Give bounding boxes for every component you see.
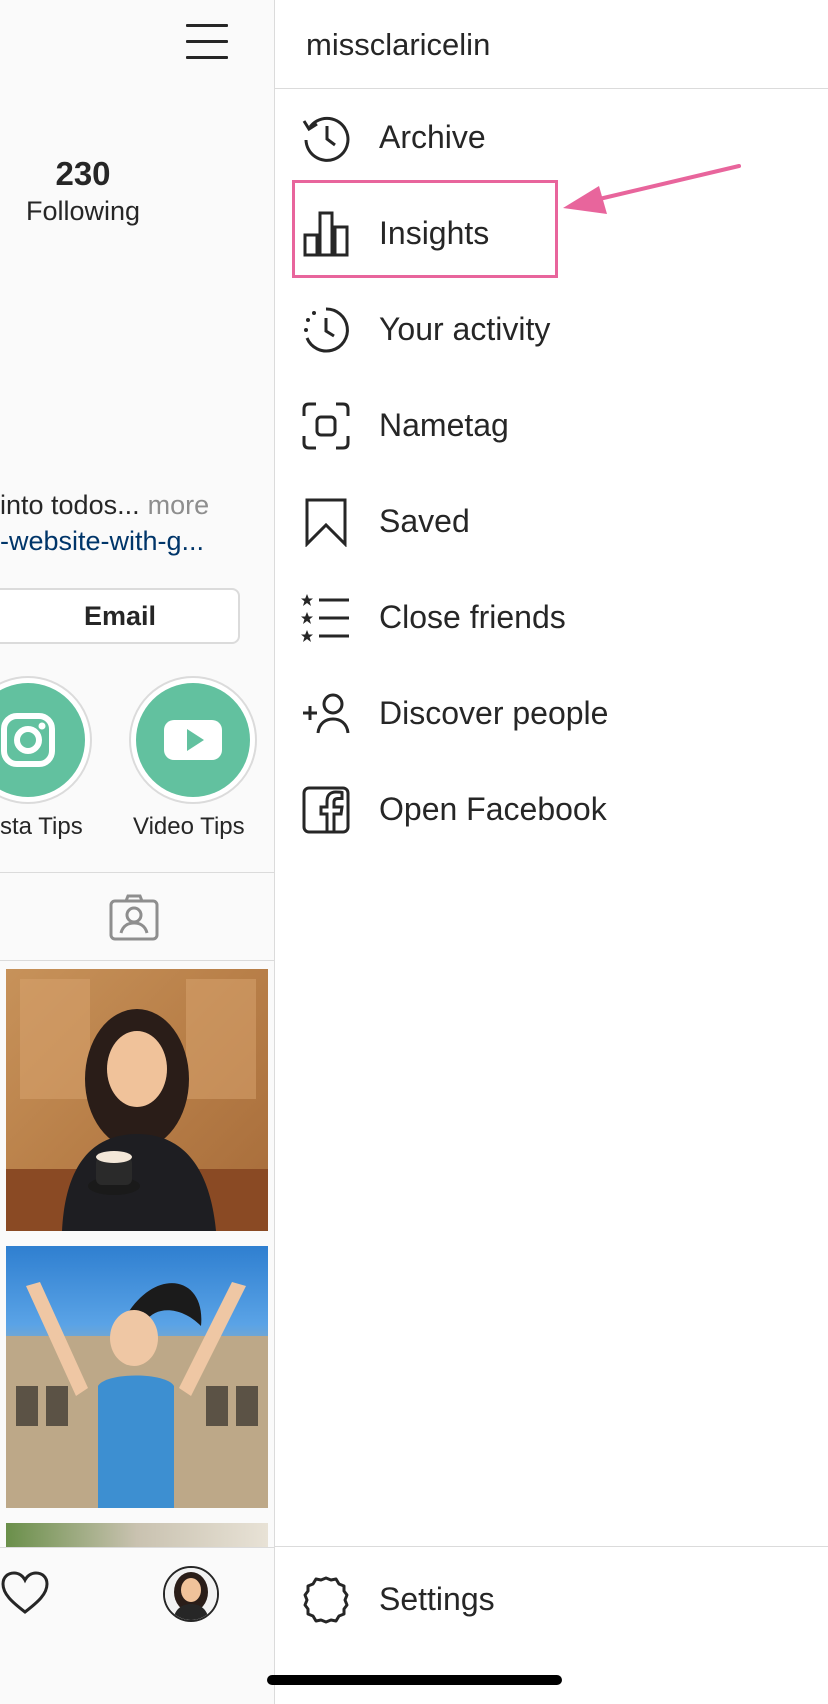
facebook-icon (302, 786, 350, 834)
tagged-photos-icon[interactable] (108, 894, 160, 942)
highlight-label: Video Tips (133, 813, 245, 840)
nametag-scan-icon (302, 402, 350, 450)
email-button[interactable]: Email (0, 588, 240, 644)
grid-photo-coffee[interactable] (6, 969, 268, 1231)
menu-item-discover-people[interactable]: Discover people (275, 665, 828, 761)
bio-text: into todos... more (0, 490, 209, 521)
activity-clock-icon (304, 307, 349, 353)
gear-icon (303, 1576, 349, 1624)
add-person-icon (303, 693, 350, 734)
menu-item-nametag[interactable]: Nametag (275, 377, 828, 473)
highlight-cover (0, 683, 85, 797)
menu-item-open-facebook[interactable]: Open Facebook (275, 761, 828, 857)
menu-item-label: Saved (379, 503, 470, 539)
menu-item-label: Discover people (379, 695, 609, 731)
bookmark-icon (305, 498, 347, 547)
side-drawer: missclaricelin Archive Insights Your act… (274, 0, 828, 1704)
hamburger-menu-icon[interactable] (186, 24, 230, 64)
menu-item-archive[interactable]: Archive (275, 89, 828, 185)
menu-item-label: Archive (379, 119, 486, 155)
tab-divider (0, 872, 274, 873)
menu-item-saved[interactable]: Saved (275, 473, 828, 569)
instagram-icon (1, 713, 55, 767)
bio-website-link[interactable]: -website-with-g... (0, 526, 204, 557)
highlight-cover (136, 683, 250, 797)
highlight-video-tips[interactable] (129, 676, 257, 804)
bio-text-value: into todos... (0, 490, 140, 520)
settings-divider (275, 1546, 828, 1547)
bio-more-link[interactable]: more (148, 490, 210, 520)
archive-clock-icon (302, 116, 350, 162)
photo-illustration (6, 979, 268, 1231)
menu-item-label: Settings (379, 1581, 495, 1617)
following-label[interactable]: Following (0, 196, 166, 227)
annotation-arrow-icon (563, 164, 741, 214)
grid-photo-jump[interactable] (6, 1246, 268, 1508)
following-count[interactable]: 230 (0, 155, 166, 193)
home-indicator[interactable] (267, 1675, 562, 1685)
profile-panel: 230 Following into todos... more -website… (0, 0, 274, 1704)
menu-item-close-friends[interactable]: Close friends (275, 569, 828, 665)
menu-item-your-activity[interactable]: Your activity (275, 281, 828, 377)
menu-item-settings[interactable]: Settings (275, 1551, 828, 1647)
youtube-icon (164, 720, 222, 760)
bottom-tab-bar (0, 1547, 274, 1704)
menu-item-label: Nametag (379, 407, 509, 443)
grid-photo-partial[interactable] (6, 1523, 268, 1547)
highlight-insta-tips[interactable] (0, 676, 92, 804)
menu-item-label: Close friends (379, 599, 566, 635)
insights-highlight-box (292, 180, 558, 278)
highlight-label: sta Tips (0, 813, 83, 840)
drawer-header: missclaricelin (275, 0, 828, 89)
tab-divider (0, 960, 274, 961)
menu-item-label: Open Facebook (379, 791, 607, 827)
close-friends-list-icon (301, 594, 349, 642)
avatar-image (165, 1568, 217, 1620)
email-button-label: Email (83, 600, 157, 631)
profile-avatar-tab[interactable] (163, 1566, 219, 1622)
drawer-username: missclaricelin (306, 27, 491, 62)
heart-activity-icon[interactable] (0, 1570, 50, 1616)
menu-item-label: Your activity (379, 311, 551, 347)
photo-illustration (6, 1282, 268, 1508)
